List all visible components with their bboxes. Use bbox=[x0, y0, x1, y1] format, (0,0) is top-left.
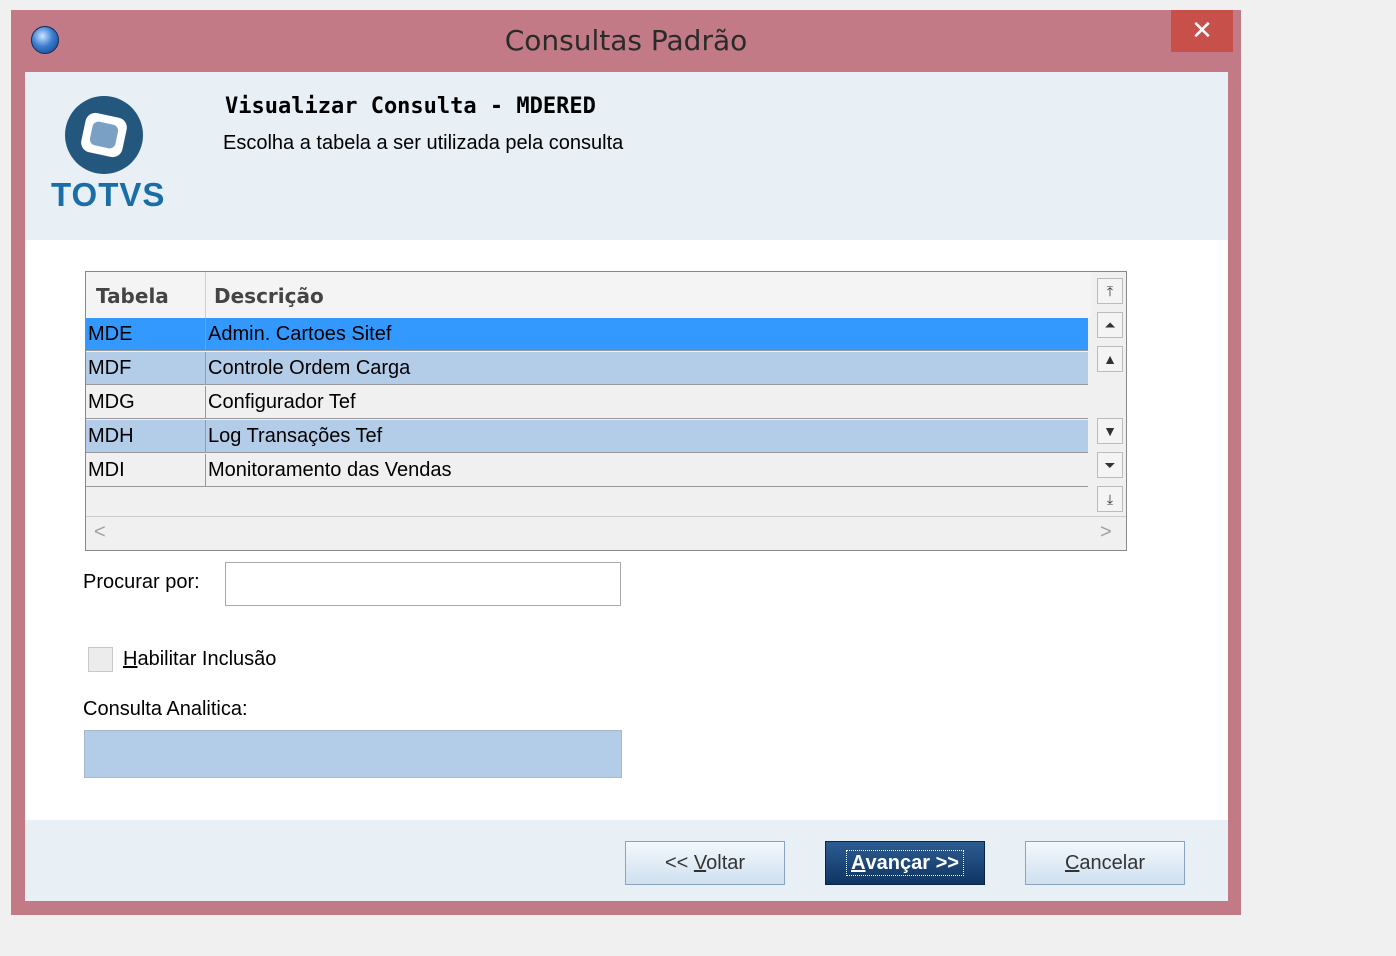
totvs-logo-icon bbox=[65, 96, 143, 174]
table-cell-descricao: Configurador Tef bbox=[208, 391, 356, 413]
analytic-query-field[interactable] bbox=[84, 730, 622, 778]
scroll-first-icon[interactable]: ⤒ bbox=[1097, 278, 1123, 304]
scroll-page-down-icon[interactable]: ⏷ bbox=[1097, 452, 1123, 478]
table-cell-tabela: MDE bbox=[88, 323, 133, 345]
horizontal-scrollbar[interactable]: < > bbox=[86, 516, 1126, 550]
wizard-header: TOTVS Visualizar Consulta - MDERED Escol… bbox=[25, 72, 1228, 240]
table-cell-tabela: MDI bbox=[88, 459, 125, 481]
title-bar[interactable]: Consultas Padrão ✕ bbox=[11, 10, 1241, 72]
table-cell-descricao: Monitoramento das Vendas bbox=[208, 459, 452, 481]
table-grid[interactable]: Tabela Descrição MDE Admin. Cartoes Sitef… bbox=[85, 271, 1127, 551]
enable-inclusion-checkbox[interactable] bbox=[88, 647, 113, 672]
scroll-left-icon[interactable]: < bbox=[94, 521, 106, 544]
table-cell-tabela: MDG bbox=[88, 391, 135, 413]
table-cell-tabela: MDH bbox=[88, 425, 134, 447]
table-row[interactable]: MDE Admin. Cartoes Sitef bbox=[86, 318, 1088, 351]
table-cell-tabela: MDF bbox=[88, 357, 132, 379]
enable-inclusion-label[interactable]: Habilitar Inclusão bbox=[123, 648, 276, 671]
totvs-logo-text: TOTVS bbox=[51, 176, 166, 213]
page-title: Visualizar Consulta - MDERED bbox=[225, 94, 596, 119]
table-row[interactable]: MDI Monitoramento das Vendas bbox=[86, 454, 1088, 487]
scroll-last-icon[interactable]: ⤓ bbox=[1097, 486, 1123, 512]
table-row[interactable]: MDG Configurador Tef bbox=[86, 386, 1088, 419]
cancel-button[interactable]: Cancelar bbox=[1025, 841, 1185, 885]
scroll-down-icon[interactable]: ▼ bbox=[1097, 418, 1123, 444]
next-button[interactable]: Avançar >> bbox=[825, 841, 985, 885]
close-icon: ✕ bbox=[1191, 16, 1213, 46]
window-title: Consultas Padrão bbox=[504, 24, 748, 57]
scroll-up-icon[interactable]: ▲ bbox=[1097, 346, 1123, 372]
scroll-page-up-icon[interactable]: ⏶ bbox=[1097, 312, 1123, 338]
close-button[interactable]: ✕ bbox=[1171, 10, 1233, 52]
column-header-descricao[interactable]: Descrição bbox=[214, 284, 324, 308]
search-label: Procurar por: bbox=[83, 571, 200, 593]
grid-header: Tabela Descrição bbox=[86, 272, 1091, 318]
table-cell-descricao: Log Transações Tef bbox=[208, 425, 383, 447]
scroll-right-icon[interactable]: > bbox=[1100, 521, 1112, 544]
back-button[interactable]: << Voltar bbox=[625, 841, 785, 885]
column-header-tabela[interactable]: Tabela bbox=[96, 284, 169, 308]
table-row[interactable]: MDF Controle Ordem Carga bbox=[86, 352, 1088, 385]
analytic-query-label: Consulta Analitica: bbox=[83, 698, 248, 720]
table-cell-descricao: Admin. Cartoes Sitef bbox=[208, 323, 392, 345]
wizard-footer: << Voltar Avançar >> Cancelar bbox=[25, 820, 1228, 901]
table-cell-descricao: Controle Ordem Carga bbox=[208, 357, 411, 379]
dialog-window: Consultas Padrão ✕ TOTVS Visualizar Cons… bbox=[11, 10, 1241, 915]
table-row[interactable]: MDH Log Transações Tef bbox=[86, 420, 1088, 453]
search-input[interactable] bbox=[225, 562, 621, 606]
vertical-scrollbar[interactable]: ⤒ ⏶ ▲ ▼ ⏷ ⤓ bbox=[1091, 272, 1126, 516]
dialog-client-area: TOTVS Visualizar Consulta - MDERED Escol… bbox=[25, 72, 1228, 901]
page-subtitle: Escolha a tabela a ser utilizada pela co… bbox=[223, 132, 624, 154]
